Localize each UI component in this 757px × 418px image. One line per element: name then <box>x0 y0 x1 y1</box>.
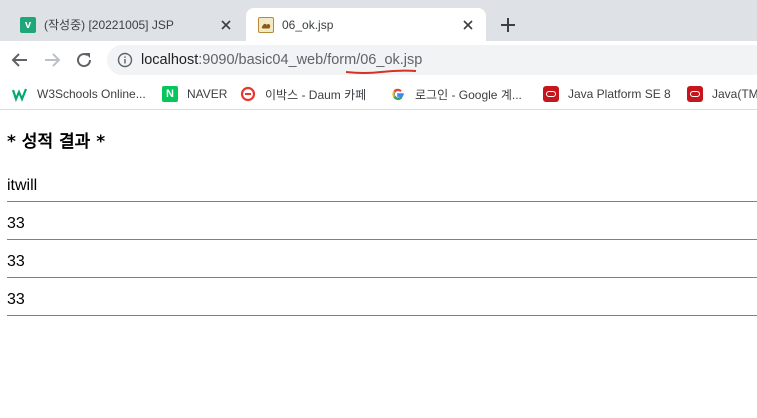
tab-title: 06_ok.jsp <box>282 17 334 32</box>
bookmark-naver[interactable]: N NAVER <box>162 79 227 109</box>
bookmark-daum-cafe[interactable]: 이박스 - Daum 카페 <box>240 79 366 109</box>
red-underline-annotation <box>345 69 417 74</box>
tab-jsp-draft[interactable]: v (작성중) [20221005] JSP <box>8 8 244 41</box>
oracle-icon <box>687 86 703 102</box>
v-logo-icon: v <box>20 16 36 33</box>
reload-icon[interactable] <box>74 50 94 70</box>
bookmark-w3schools[interactable]: W3Schools Online... <box>12 79 146 109</box>
daum-cafe-icon <box>240 86 256 102</box>
tomcat-icon <box>258 16 274 33</box>
close-icon[interactable] <box>218 17 234 33</box>
google-icon <box>392 88 404 101</box>
bookmark-label: 이박스 - Daum 카페 <box>265 87 367 102</box>
w3schools-icon <box>12 88 28 102</box>
result-name: itwill <box>7 172 757 202</box>
bookmark-label: NAVER <box>187 87 228 101</box>
url-host: localhost <box>141 52 199 68</box>
forward-arrow-icon[interactable] <box>42 50 62 70</box>
page-title: * 성적 결과 * <box>7 132 106 152</box>
tab-strip: v (작성중) [20221005] JSP 06_ok.jsp <box>0 0 757 41</box>
bookmark-java-tm[interactable]: Java(TM <box>687 79 757 109</box>
result-score: 33 <box>7 286 757 316</box>
back-arrow-icon[interactable] <box>10 50 30 70</box>
result-list: itwill 33 33 33 <box>7 172 757 316</box>
close-icon[interactable] <box>460 17 476 33</box>
bookmark-java-se8[interactable]: Java Platform SE 8 <box>543 79 671 109</box>
info-icon[interactable] <box>117 52 133 68</box>
bookmark-google-login[interactable]: 로그인 - Google 계... <box>390 79 522 109</box>
url-path: :9090/basic04_web/form/06_ok.jsp <box>198 52 423 68</box>
result-score: 33 <box>7 248 757 278</box>
bookmarks-bar: W3Schools Online... N NAVER 이박스 - Daum 카… <box>0 79 757 110</box>
plus-icon[interactable] <box>498 15 518 35</box>
bookmark-label: 로그인 - Google 계... <box>415 87 522 102</box>
tab-06-ok[interactable]: 06_ok.jsp <box>246 8 486 41</box>
bookmark-label: W3Schools Online... <box>37 87 146 101</box>
bookmark-label: Java Platform SE 8 <box>568 87 671 101</box>
bookmark-label: Java(TM <box>712 87 757 101</box>
naver-icon: N <box>162 86 178 102</box>
result-score: 33 <box>7 210 757 240</box>
address-bar[interactable]: localhost:9090/basic04_web/form/06_ok.js… <box>107 45 757 75</box>
page-content: * 성적 결과 * itwill 33 33 33 <box>7 110 757 324</box>
oracle-icon <box>543 86 559 102</box>
tab-title: (작성중) [20221005] JSP <box>44 18 174 32</box>
